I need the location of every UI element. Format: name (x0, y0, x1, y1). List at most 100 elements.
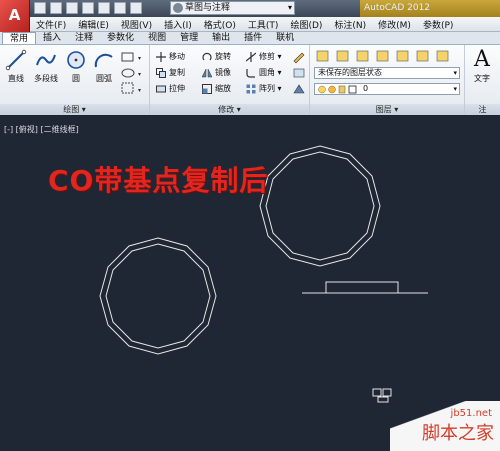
tab-manage[interactable]: 管理 (173, 32, 205, 44)
trim-icon (246, 52, 256, 62)
tab-view[interactable]: 视图 (141, 32, 173, 44)
trim-tool[interactable]: 修剪 ▾ (246, 51, 282, 63)
move-tool[interactable]: 移动 (156, 51, 185, 63)
quick-access-toolbar (34, 2, 142, 15)
tab-insert[interactable]: 插入 (36, 32, 68, 44)
menu-view[interactable]: 视图(V) (115, 18, 158, 31)
circle-icon (67, 51, 85, 69)
move-label: 移动 (169, 52, 185, 61)
fillet-icon (246, 69, 255, 78)
mirror-icon (202, 68, 212, 78)
arc-tool[interactable]: 圆弧 (90, 49, 118, 84)
menu-modify[interactable]: 修改(M) (372, 18, 417, 31)
annotation-overlay-title: CO带基点复制后 (48, 164, 269, 197)
menu-insert[interactable]: 插入(I) (158, 18, 198, 31)
menu-file[interactable]: 文件(F) (30, 18, 72, 31)
circle-label: 圆 (72, 74, 80, 83)
modify-panel: 移动 旋转 修剪 ▾ 复制 镜像 圆角 ▾ 拉伸 缩放 阵列 ▾ 修改 ▾ (150, 45, 310, 115)
draw-panel: 直线 多段线 圆 圆弧 ▾ ▾ ▾ 绘图 ▾ (0, 45, 150, 115)
ucs-icon (372, 388, 392, 403)
application-menu-button[interactable]: A (0, 0, 30, 32)
tab-annotate[interactable]: 注释 (68, 32, 100, 44)
line-icon (5, 49, 27, 71)
layer-status-icons (318, 85, 357, 94)
menu-tools[interactable]: 工具(T) (242, 18, 285, 31)
array-tool[interactable]: 阵列 ▾ (246, 83, 282, 95)
new-icon[interactable] (34, 2, 46, 14)
base-rectangle (325, 281, 399, 294)
redo-icon[interactable] (130, 2, 142, 14)
stretch-tool[interactable]: 拉伸 (156, 83, 185, 95)
line-tool[interactable]: 直线 (2, 49, 30, 84)
menu-dimension[interactable]: 标注(N) (328, 18, 372, 31)
menu-draw[interactable]: 绘图(D) (284, 18, 328, 31)
move-icon (156, 52, 166, 62)
original-polygon-outer (99, 237, 217, 355)
layer-tools-row-icon[interactable] (315, 49, 461, 63)
drawing-canvas[interactable]: [-] [俯视] [二维线框] CO带基点复制后 jb51.net 脚本之家 (0, 116, 500, 451)
annotation-panel-title[interactable]: 注 (465, 104, 500, 115)
ribbon-tabs: 常用 插入 注释 参数化 视图 管理 输出 插件 联机 (0, 32, 500, 45)
draw-small-tools-icon[interactable]: ▾ ▾ ▾ (120, 51, 146, 99)
modify-panel-title[interactable]: 修改 ▾ (150, 104, 309, 115)
polyline-tool[interactable]: 多段线 (30, 49, 62, 84)
polyline-label: 多段线 (34, 74, 58, 83)
chevron-down-icon: ▾ (287, 3, 292, 12)
chevron-down-icon: ▾ (453, 85, 457, 93)
menu-bar: 文件(F) 编辑(E) 视图(V) 插入(I) 格式(O) 工具(T) 绘图(D… (30, 17, 500, 32)
workspace-switcher[interactable]: 草图与注释 ▾ (170, 1, 295, 15)
tab-plugins[interactable]: 插件 (237, 32, 269, 44)
line-label: 直线 (8, 74, 24, 83)
mirror-tool[interactable]: 镜像 (202, 67, 231, 79)
rotate-icon (202, 52, 212, 61)
arc-label: 圆弧 (96, 74, 112, 83)
ribbon: 直线 多段线 圆 圆弧 ▾ ▾ ▾ 绘图 ▾ 移动 旋转 修剪 ▾ 复制 镜像 … (0, 45, 500, 115)
layer-state-value: 未保存的图层状态 (318, 68, 382, 77)
mirror-label: 镜像 (215, 68, 231, 77)
tab-home[interactable]: 常用 (2, 32, 37, 44)
circle-tool[interactable]: 圆 (62, 49, 90, 84)
draw-panel-title[interactable]: 绘图 ▾ (0, 104, 149, 115)
save-icon[interactable] (66, 2, 78, 14)
menu-parametric[interactable]: 参数(P) (417, 18, 459, 31)
stretch-icon (156, 85, 166, 93)
polyline-icon (36, 54, 56, 66)
plot-icon[interactable] (98, 2, 110, 14)
menu-edit[interactable]: 编辑(E) (72, 18, 115, 31)
scale-icon (202, 84, 212, 94)
open-icon[interactable] (50, 2, 62, 14)
window-title: AutoCAD 2012 Drawing1.dwg (360, 0, 500, 30)
layer-state-dropdown[interactable]: 未保存的图层状态 ▾ (314, 67, 460, 79)
scale-label: 缩放 (215, 84, 231, 93)
tab-parametric[interactable]: 参数化 (100, 32, 141, 44)
tab-online[interactable]: 联机 (269, 32, 301, 44)
modify-extra-tools-icon[interactable] (292, 51, 306, 97)
copied-polygon-inner (265, 151, 375, 261)
layers-panel: 未保存的图层状态 ▾ 0 ▾ 图层 ▾ (310, 45, 465, 115)
svg-text:▾: ▾ (138, 71, 141, 78)
trim-label: 修剪 ▾ (259, 52, 282, 61)
scale-tool[interactable]: 缩放 (202, 83, 231, 95)
copy-label: 复制 (169, 68, 185, 77)
undo-icon[interactable] (114, 2, 126, 14)
fillet-label: 圆角 ▾ (259, 68, 282, 77)
current-layer-value: 0 (363, 84, 369, 93)
copy-icon (156, 68, 166, 78)
menu-format[interactable]: 格式(O) (198, 18, 242, 31)
layer-dropdown[interactable]: 0 ▾ (314, 83, 460, 95)
watermark-domain: jb51.net (450, 408, 492, 419)
copy-tool[interactable]: 复制 (156, 67, 185, 79)
arc-icon (94, 53, 113, 68)
svg-text:▾: ▾ (138, 55, 141, 62)
save-as-icon[interactable] (82, 2, 94, 14)
layers-panel-title[interactable]: 图层 ▾ (310, 104, 464, 115)
original-polygon-inner (105, 243, 211, 349)
rotate-tool[interactable]: 旋转 (202, 51, 231, 63)
array-label: 阵列 ▾ (259, 84, 282, 93)
annotation-panel: A 文字 注 (465, 45, 500, 115)
rotate-label: 旋转 (215, 52, 231, 61)
fillet-tool[interactable]: 圆角 ▾ (246, 67, 282, 79)
tab-output[interactable]: 输出 (205, 32, 237, 44)
watermark-name: 脚本之家 (422, 423, 494, 444)
text-tool[interactable]: A 文字 (468, 47, 496, 84)
